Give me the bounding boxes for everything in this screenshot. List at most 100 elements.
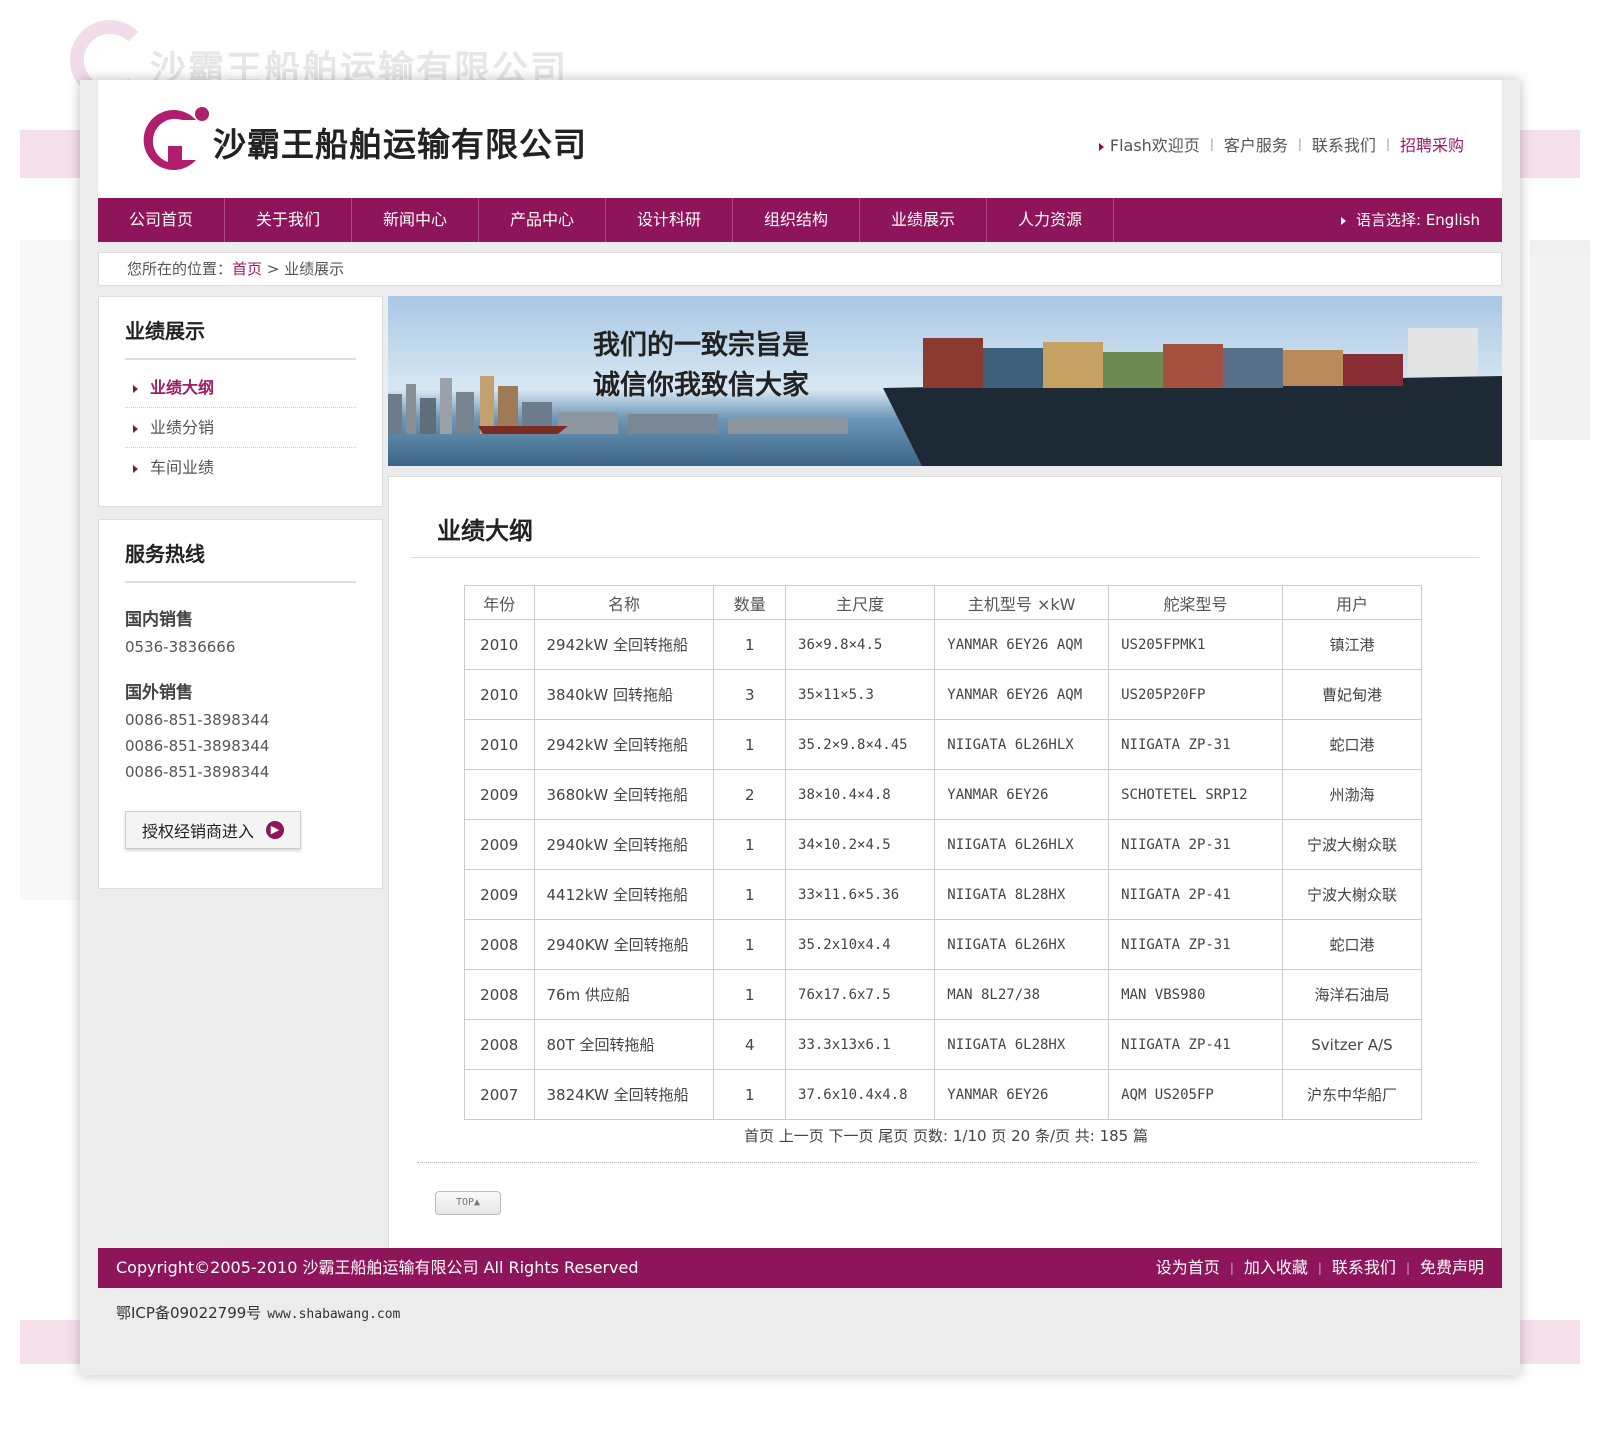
table-cell: 4 (713, 1019, 787, 1070)
table-cell: 1 (713, 719, 787, 770)
table-cell: US205P20FP (1108, 669, 1283, 720)
column-header: 舵桨型号 (1108, 585, 1283, 620)
table-cell: 2010 (464, 719, 535, 770)
nav-item-home[interactable]: 公司首页 (98, 198, 225, 242)
table-cell: YANMAR 6EY26 (934, 1069, 1110, 1120)
copyright: Copyright©2005-2010 沙霸王船舶运输有限公司 All Righ… (116, 1258, 639, 1277)
separator: | (1385, 137, 1390, 151)
foreign-sales-label: 国外销售 (125, 683, 193, 703)
separator: | (1209, 137, 1214, 151)
footer-link-contact[interactable]: 联系我们 (1332, 1248, 1396, 1288)
table-row: 2008 2940KW 全回转拖船 1 35.2x10x4.4 NIIGATA 6L26… (464, 919, 1423, 970)
top-link-flash-label: Flash欢迎页 (1109, 136, 1200, 155)
table-cell: 76x17.6x7.5 (785, 969, 936, 1020)
table-cell: 2009 (464, 819, 535, 870)
table-cell: 2008 (464, 1019, 535, 1070)
arrow-right-icon (1341, 216, 1346, 225)
nav-item-products[interactable]: 产品中心 (479, 198, 606, 242)
table-row: 2007 3824KW 全回转拖船 1 37.6x10.4x4.8 YANMAR 6EY… (464, 1069, 1423, 1120)
footer: Copyright©2005-2010 沙霸王船舶运输有限公司 All Righ… (98, 1248, 1502, 1288)
table-cell: 34×10.2×4.5 (785, 819, 936, 870)
hotline-title: 服务热线 (125, 538, 356, 583)
table-cell: Svitzer A/S (1281, 1019, 1423, 1070)
table-cell: 37.6x10.4x4.8 (785, 1069, 936, 1120)
table-cell: SCHOTETEL SRP12 (1108, 769, 1283, 820)
banner-image: 我们的一致宗旨是 诚信你我致信大家 (388, 296, 1502, 466)
foreign-phone: 0086-851-3898344 (125, 737, 270, 755)
top-link-flash[interactable]: Flash欢迎页 (1098, 132, 1200, 156)
sidebar-menu-box: 业绩展示 业绩大纲 业绩分销 车间业绩 (98, 296, 383, 507)
table-cell: 2940KW 全回转拖船 (533, 919, 715, 970)
nav-item-news[interactable]: 新闻中心 (352, 198, 479, 242)
table-cell: NIIGATA 6L26HLX (934, 719, 1110, 770)
table-cell: 33×11.6×5.36 (785, 869, 936, 920)
dealer-login-button[interactable]: 授权经销商进入 ▶ (125, 811, 302, 849)
language-select[interactable]: 语言选择: English (1341, 198, 1480, 242)
dealer-login-label: 授权经销商进入 (142, 822, 255, 841)
breadcrumb-current: > 业绩展示 (262, 260, 345, 278)
table-row: 2010 2942kW 全回转拖船 1 36×9.8×4.5 YANMAR 6EY26 … (464, 619, 1423, 670)
top-link-service[interactable]: 客户服务 (1224, 132, 1288, 156)
footer-link-disclaimer[interactable]: 免费声明 (1420, 1248, 1484, 1288)
nav-item-performance[interactable]: 业绩展示 (860, 198, 987, 242)
table-cell: 1 (713, 869, 787, 920)
table-cell: 80T 全回转拖船 (533, 1019, 715, 1070)
column-header: 数量 (713, 585, 787, 620)
table-row: 2009 4412kW 全回转拖船 1 33×11.6×5.36 NIIGATA 8L2… (464, 869, 1423, 920)
domestic-phone: 0536-3836666 (125, 638, 236, 656)
icp-record: 鄂ICP备09022799号 www.shabawang.com (116, 1302, 400, 1323)
table-cell: 3824KW 全回转拖船 (533, 1069, 715, 1120)
table-cell: 2009 (464, 769, 535, 820)
top-link-recruit[interactable]: 招聘采购 (1400, 132, 1464, 156)
sidebar-item-workshop[interactable]: 车间业绩 (125, 448, 356, 488)
sidebar-item-outline[interactable]: 业绩大纲 (125, 368, 356, 408)
footer-link-favorite[interactable]: 加入收藏 (1244, 1248, 1308, 1288)
footer-link-set-home[interactable]: 设为首页 (1156, 1248, 1220, 1288)
table-cell: 州渤海 (1281, 769, 1423, 820)
table-cell: 38×10.4×4.8 (785, 769, 936, 820)
table-cell: 3680kW 全回转拖船 (533, 769, 715, 820)
column-header: 年份 (464, 585, 535, 620)
top-links: Flash欢迎页 | 客户服务 | 联系我们 | 招聘采购 (1098, 132, 1464, 156)
arrow-right-icon (1098, 143, 1104, 151)
table-cell: 沪东中华船厂 (1281, 1069, 1423, 1120)
table-cell: 35.2×9.8×4.45 (785, 719, 936, 770)
nav-item-organization[interactable]: 组织结构 (733, 198, 860, 242)
foreign-phone: 0086-851-3898344 (125, 763, 270, 781)
pagination[interactable]: 首页 上一页 下一页 尾页 页数: 1/10 页 20 条/页 共: 185 篇 (389, 1125, 1503, 1146)
table-row: 2008 76m 供应船 1 76x17.6x7.5 MAN 8L27/38 MAN VB… (464, 969, 1423, 1020)
company-name: 沙霸王船舶运输有限公司 (213, 125, 587, 164)
domestic-sales-label: 国内销售 (125, 610, 193, 630)
top-link-contact[interactable]: 联系我们 (1312, 132, 1376, 156)
table-cell: YANMAR 6EY26 (934, 769, 1110, 820)
table-cell: 海洋石油局 (1281, 969, 1423, 1020)
page-title: 业绩大纲 (437, 517, 533, 545)
site-url[interactable]: www.shabawang.com (267, 1307, 400, 1322)
nav-item-hr[interactable]: 人力资源 (987, 198, 1114, 242)
slogan-line-1: 我们的一致宗旨是 (593, 330, 809, 361)
foreign-phone: 0086-851-3898344 (125, 711, 270, 729)
column-header: 主尺度 (785, 585, 936, 620)
dotted-divider (417, 1162, 1477, 1163)
ghost-sidebar (20, 240, 80, 900)
table-cell: 2010 (464, 619, 535, 670)
nav-item-about[interactable]: 关于我们 (225, 198, 352, 242)
table-cell: 2010 (464, 669, 535, 720)
back-to-top-button[interactable]: TOP▲ (435, 1191, 501, 1215)
column-header: 主机型号 ×kW (934, 585, 1110, 620)
table-cell: 曹妃甸港 (1281, 669, 1423, 720)
table-cell: 35×11×5.3 (785, 669, 936, 720)
table-cell: 蛇口港 (1281, 719, 1423, 770)
table-body: 2010 2942kW 全回转拖船 1 36×9.8×4.5 YANMAR 6EY26 … (464, 619, 1423, 1120)
nav-item-design[interactable]: 设计科研 (606, 198, 733, 242)
table-row: 2010 2942kW 全回转拖船 1 35.2×9.8×4.45 NIIGATA 6L… (464, 719, 1423, 770)
breadcrumb-home[interactable]: 首页 (232, 260, 262, 278)
icp-number: 鄂ICP备09022799号 (116, 1304, 262, 1322)
table-cell: NIIGATA 6L26HLX (934, 819, 1110, 870)
table-row: 2010 3840kW 回转拖船 3 35×11×5.3 YANMAR 6EY26 AQ… (464, 669, 1423, 720)
column-header: 用户 (1281, 585, 1423, 620)
slogan-line-2: 诚信你我致信大家 (593, 370, 809, 401)
arrow-right-icon (133, 384, 138, 393)
hotline-box: 服务热线 国内销售 0536-3836666 国外销售 0086-851-389… (98, 519, 383, 889)
sidebar-item-distribution[interactable]: 业绩分销 (125, 408, 356, 448)
